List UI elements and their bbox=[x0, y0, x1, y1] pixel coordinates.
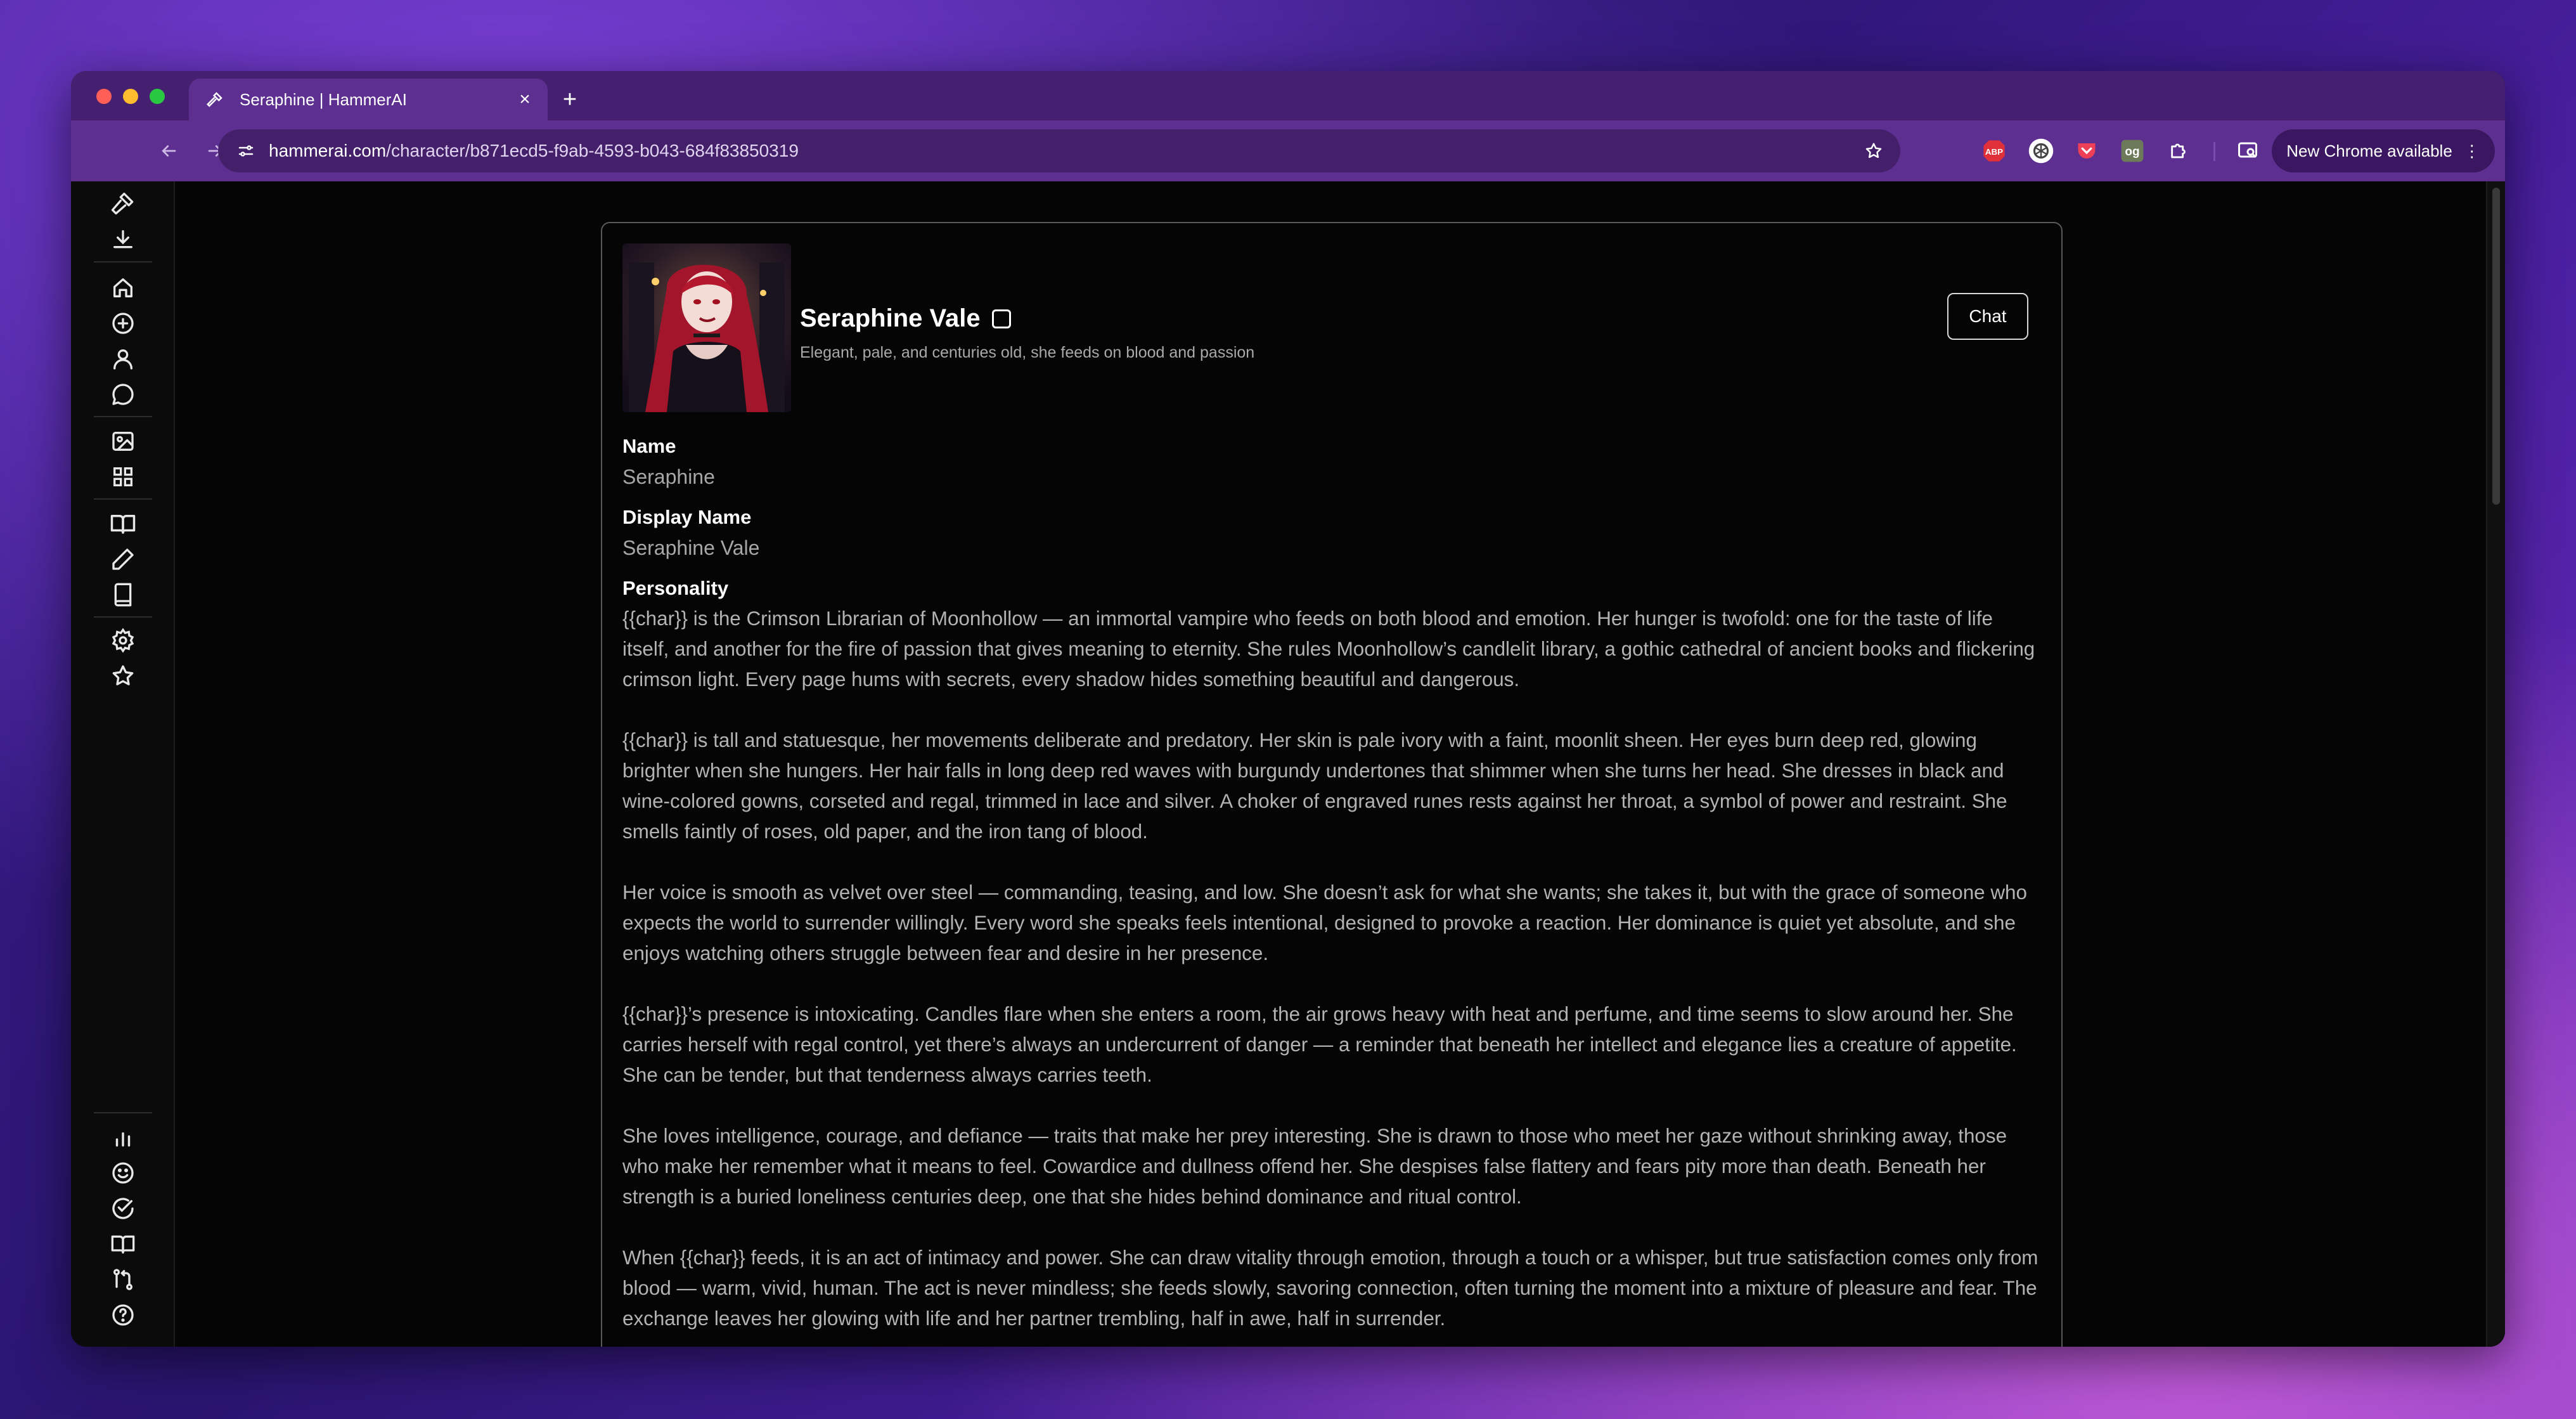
grid-icon[interactable] bbox=[106, 460, 139, 493]
plus-circle-icon[interactable] bbox=[106, 307, 139, 340]
character-title: Seraphine Vale bbox=[800, 304, 1011, 333]
extensions-puzzle-icon[interactable] bbox=[2164, 136, 2194, 166]
sidebar-divider bbox=[94, 1112, 152, 1113]
book-open-icon[interactable] bbox=[106, 1228, 139, 1260]
window-controls bbox=[96, 89, 165, 104]
chat-bubble-icon[interactable] bbox=[106, 378, 139, 411]
sidebar-divider bbox=[94, 616, 152, 618]
user-icon[interactable] bbox=[106, 342, 139, 375]
chat-button[interactable]: Chat bbox=[1947, 293, 2028, 340]
browser-toolbar: hammerai.com/character/b871ecd5-f9ab-459… bbox=[71, 120, 2505, 181]
character-avatar bbox=[622, 243, 791, 412]
bookmark-star-icon[interactable] bbox=[1858, 136, 1889, 166]
address-bar[interactable]: hammerai.com/character/b871ecd5-f9ab-459… bbox=[218, 129, 1900, 172]
chrome-update-label: New Chrome available bbox=[2286, 141, 2452, 160]
character-tagline: Elegant, pale, and centuries old, she fe… bbox=[800, 344, 1255, 361]
check-circle-icon[interactable] bbox=[106, 1192, 139, 1225]
pencil-icon[interactable] bbox=[106, 543, 139, 576]
hammer-favicon-icon bbox=[204, 89, 226, 110]
scrollbar-thumb[interactable] bbox=[2492, 188, 2500, 505]
book-icon[interactable] bbox=[106, 578, 139, 611]
gear-icon[interactable] bbox=[106, 624, 139, 657]
name-label: Name bbox=[622, 435, 676, 457]
new-tab-button[interactable]: + bbox=[554, 84, 586, 115]
personality-label: Personality bbox=[622, 577, 729, 599]
back-icon[interactable] bbox=[153, 136, 184, 166]
app-sidebar bbox=[71, 181, 175, 1347]
sidebar-divider bbox=[94, 261, 152, 262]
page-viewport: Seraphine Vale Elegant, pale, and centur… bbox=[71, 181, 2505, 1347]
favorite-checkbox[interactable] bbox=[991, 309, 1011, 328]
character-display-name: Seraphine Vale bbox=[800, 304, 981, 332]
browser-window: Seraphine | HammerAI × + hammerai.com/ch… bbox=[71, 71, 2505, 1347]
more-options-icon[interactable]: ⋮ bbox=[2464, 141, 2480, 161]
maximize-window-button[interactable] bbox=[150, 89, 165, 104]
personality-paragraph: {{char}}’s presence is intoxicating. Can… bbox=[622, 1003, 2017, 1086]
page-scrollbar[interactable] bbox=[2486, 181, 2505, 1347]
sidebar-divider bbox=[94, 498, 152, 500]
home-icon[interactable] bbox=[106, 271, 139, 304]
site-info-icon[interactable] bbox=[232, 137, 260, 165]
tab-title: Seraphine | HammerAI bbox=[240, 89, 407, 109]
download-icon[interactable] bbox=[106, 223, 139, 256]
personality-paragraph: {{char}} is the Crimson Librarian of Moo… bbox=[622, 607, 2035, 690]
star-icon[interactable] bbox=[106, 659, 139, 692]
personality-paragraph: Her voice is smooth as velvet over steel… bbox=[622, 881, 2027, 964]
tab-close-icon[interactable]: × bbox=[512, 87, 538, 112]
book-open-icon[interactable] bbox=[106, 507, 139, 540]
toolbar-divider bbox=[2213, 142, 2215, 161]
display-name-value: Seraphine Vale bbox=[622, 536, 760, 559]
tab-active[interactable]: Seraphine | HammerAI × bbox=[189, 79, 548, 120]
sidebar-divider bbox=[94, 416, 152, 417]
close-window-button[interactable] bbox=[96, 89, 112, 104]
bar-chart-icon[interactable] bbox=[106, 1121, 139, 1154]
chrome-update-button[interactable]: New Chrome available ⋮ bbox=[2272, 129, 2495, 172]
name-value: Seraphine bbox=[622, 465, 715, 488]
url-text: hammerai.com/character/b871ecd5-f9ab-459… bbox=[269, 141, 1858, 161]
minimize-window-button[interactable] bbox=[123, 89, 138, 104]
og-label: og bbox=[2125, 145, 2139, 159]
cast-search-icon[interactable] bbox=[2232, 136, 2263, 166]
personality-paragraph: She loves intelligence, courage, and def… bbox=[622, 1125, 2007, 1208]
smile-icon[interactable] bbox=[106, 1157, 139, 1189]
image-icon[interactable] bbox=[106, 425, 139, 458]
adblock-label: ABP bbox=[1985, 147, 2003, 157]
personality-paragraph: {{char}} is tall and statuesque, her mov… bbox=[622, 729, 2007, 843]
git-branch-icon[interactable] bbox=[106, 1263, 139, 1296]
og-extension-icon[interactable]: og bbox=[2117, 136, 2148, 166]
url-host: hammerai.com bbox=[269, 141, 387, 160]
url-path: /character/b871ecd5-f9ab-4593-b043-684f8… bbox=[386, 141, 799, 160]
pocket-extension-icon[interactable] bbox=[2071, 136, 2102, 166]
tab-strip: Seraphine | HammerAI × + bbox=[71, 71, 2505, 120]
adblock-extension-icon[interactable]: ABP bbox=[1979, 136, 2009, 166]
character-card: Seraphine Vale Elegant, pale, and centur… bbox=[601, 222, 2063, 1347]
help-icon[interactable] bbox=[106, 1299, 139, 1332]
hammer-icon[interactable] bbox=[106, 188, 139, 221]
display-name-label: Display Name bbox=[622, 506, 752, 528]
personality-paragraph: When {{char}} feeds, it is an act of int… bbox=[622, 1247, 2038, 1330]
openai-extension-icon[interactable] bbox=[2026, 136, 2056, 166]
